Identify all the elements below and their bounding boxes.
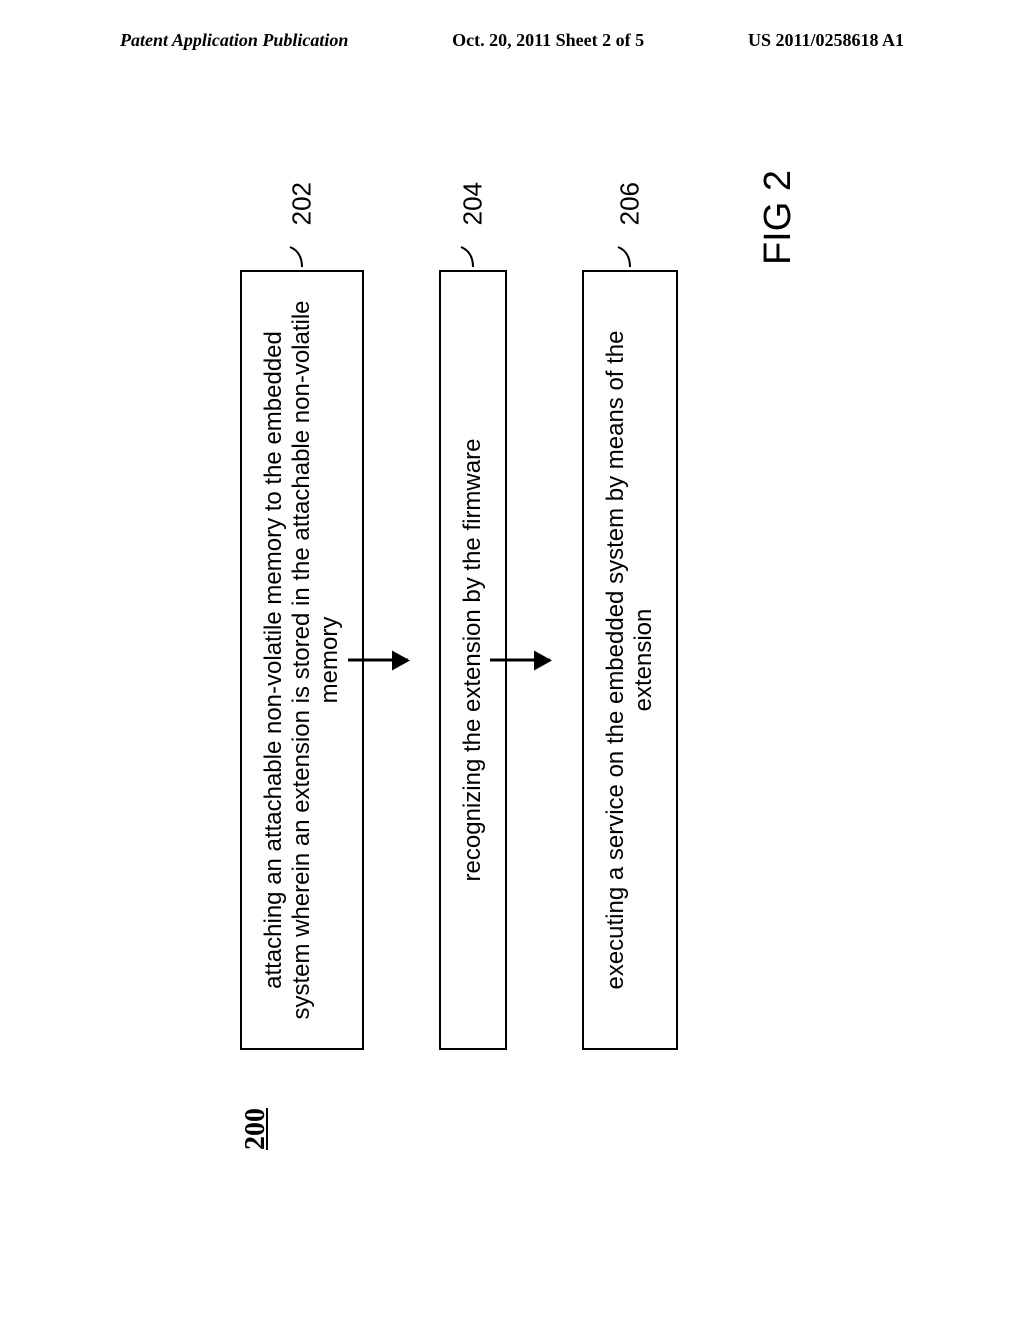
step-text-2: recognizing the extension by the firmwar… <box>459 439 486 882</box>
step-text-1: attaching an attachable non-volatile mem… <box>260 300 343 1019</box>
header-center: Oct. 20, 2011 Sheet 2 of 5 <box>452 30 644 51</box>
page-header: Patent Application Publication Oct. 20, … <box>0 30 1024 51</box>
step-ref-2: 204 <box>458 182 489 225</box>
diagram-inner: 200 attaching an attachable non-volatile… <box>220 150 820 1150</box>
arrow-icon <box>490 659 550 662</box>
curve-icon <box>287 242 317 267</box>
figure-number: 200 <box>240 1108 272 1150</box>
flowchart: attaching an attachable non-volatile mem… <box>240 270 678 1050</box>
figure-label: FIG 2 <box>757 170 800 265</box>
header-right: US 2011/0258618 A1 <box>748 30 904 51</box>
header-left: Patent Application Publication <box>120 30 348 51</box>
arrow-icon <box>348 659 408 662</box>
step-box-1: attaching an attachable non-volatile mem… <box>240 270 364 1050</box>
curve-icon <box>458 242 488 267</box>
step-ref-3: 206 <box>615 182 646 225</box>
step-ref-1: 202 <box>287 182 318 225</box>
step-box-3: executing a service on the embedded syst… <box>582 270 678 1050</box>
curve-icon <box>615 242 645 267</box>
step-text-3: executing a service on the embedded syst… <box>602 330 657 989</box>
diagram-rotated-container: 200 attaching an attachable non-volatile… <box>20 350 1020 950</box>
